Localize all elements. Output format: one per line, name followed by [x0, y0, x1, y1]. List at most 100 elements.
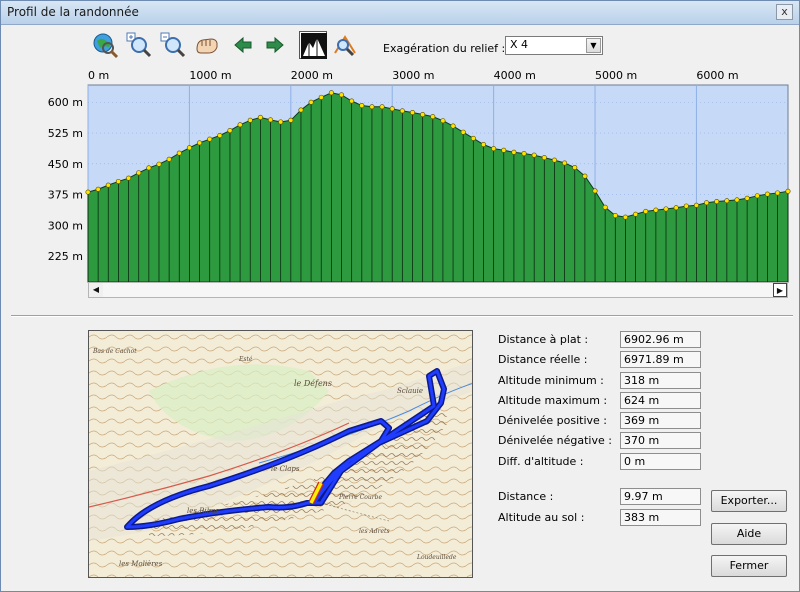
topographic-map-svg: le Défens le Claps les Ribas Sclauie les…	[89, 331, 472, 577]
elevation-point	[126, 175, 132, 181]
elevation-point	[339, 92, 345, 98]
elevation-point	[369, 104, 375, 110]
map-label-ribas: les Ribas	[187, 507, 219, 515]
x-tick-label: 3000 m	[392, 69, 434, 82]
map-label-sclauie: Sclauie	[397, 387, 423, 395]
elevation-point	[663, 206, 669, 212]
help-button[interactable]: Aide	[711, 523, 787, 545]
elevation-point	[744, 195, 750, 201]
chevron-down-icon[interactable]: ▼	[586, 38, 601, 53]
elevation-point	[115, 178, 121, 184]
elevation-point	[389, 106, 395, 112]
window-title: Profil de la randonnée	[7, 5, 139, 19]
elevation-point	[156, 161, 162, 167]
elevation-point	[257, 114, 263, 120]
x-tick-label: 4000 m	[494, 69, 536, 82]
elevation-profile-svg: 0 m 1000 m 2000 m 3000 m 4000 m 5000 m 6000 m 6…	[48, 69, 791, 283]
elevation-point	[785, 188, 791, 194]
stat-label-altitude-diff: Diff. d'altitude :	[498, 455, 584, 468]
x-tick-label: 0 m	[88, 69, 109, 82]
elevation-point	[562, 160, 568, 166]
relief-exaggeration-value: X 4	[510, 38, 529, 51]
elevation-point	[359, 103, 365, 109]
elevation-point	[602, 204, 608, 210]
stat-label-real-distance: Distance réelle :	[498, 353, 588, 366]
profile-window: Profil de la randonnée x Exagération du …	[0, 0, 800, 592]
y-tick-label: 600 m	[48, 96, 83, 109]
elevation-point	[653, 207, 659, 213]
stat-value-altitude-max: 624 m	[620, 392, 701, 409]
cursor-label-ground-altitude: Altitude au sol :	[498, 511, 585, 524]
chart-horizontal-scrollbar[interactable]: ◀ ▶	[88, 282, 788, 298]
stat-value-altitude-min: 318 m	[620, 372, 701, 389]
map-label-claps: le Claps	[271, 465, 300, 473]
globe-zoom-icon[interactable]	[91, 31, 119, 59]
stat-value-positive-elevation: 369 m	[620, 412, 701, 429]
export-button[interactable]: Exporter...	[711, 490, 787, 512]
stat-label-negative-elevation: Dénivelée négative :	[498, 434, 612, 447]
arrow-left-icon[interactable]	[229, 31, 257, 59]
elevation-point	[95, 186, 101, 192]
x-tick-label: 6000 m	[696, 69, 738, 82]
elevation-point	[683, 203, 689, 209]
map-label-defens: le Défens	[294, 379, 332, 388]
stat-value-negative-elevation: 370 m	[620, 432, 701, 449]
elevation-point	[531, 152, 537, 158]
elevation-point	[521, 151, 527, 157]
scroll-left-icon[interactable]: ◀	[89, 283, 103, 297]
stat-value-altitude-diff: 0 m	[620, 453, 701, 470]
elevation-point	[399, 108, 405, 114]
arrow-right-icon[interactable]	[261, 31, 289, 59]
relief-mountain-icon[interactable]	[299, 31, 327, 59]
y-tick-label: 225 m	[48, 250, 83, 263]
elevation-point	[704, 200, 710, 206]
elevation-point	[673, 205, 679, 211]
elevation-point	[754, 193, 760, 199]
elevation-point	[85, 189, 91, 195]
elevation-point	[643, 208, 649, 214]
elevation-point	[511, 149, 517, 155]
stat-label-altitude-max: Altitude maximum :	[498, 394, 608, 407]
stat-value-real-distance: 6971.89 m	[620, 351, 701, 368]
elevation-point	[176, 150, 182, 156]
profile-tool-icon[interactable]	[331, 31, 359, 59]
close-button[interactable]: Fermer	[711, 555, 787, 577]
elevation-point	[379, 104, 385, 110]
elevation-point	[227, 128, 233, 134]
elevation-point	[328, 90, 334, 96]
stat-label-flat-distance: Distance à plat :	[498, 333, 589, 346]
x-tick-label: 1000 m	[189, 69, 231, 82]
map-label-pierre-courbe: Pierre Courbe	[338, 494, 382, 501]
elevation-point	[501, 147, 507, 153]
zoom-out-icon[interactable]	[159, 31, 187, 59]
relief-exaggeration-select[interactable]: X 4 ▼	[505, 36, 603, 55]
title-bar: Profil de la randonnée x	[1, 1, 799, 25]
elevation-point	[460, 129, 466, 135]
scroll-right-icon[interactable]: ▶	[773, 283, 787, 297]
y-tick-label: 450 m	[48, 158, 83, 171]
elevation-point	[622, 214, 628, 220]
elevation-point	[268, 117, 274, 123]
elevation-point	[582, 173, 588, 179]
elevation-point	[288, 117, 294, 123]
elevation-point	[470, 135, 476, 141]
divider	[11, 315, 793, 317]
elevation-point	[186, 145, 192, 151]
map-label-este: Esté	[238, 356, 253, 363]
elevation-point	[734, 197, 740, 203]
elevation-point	[541, 155, 547, 161]
y-tick-label: 525 m	[48, 127, 83, 140]
elevation-point	[491, 146, 497, 152]
x-tick-label: 5000 m	[595, 69, 637, 82]
elevation-point	[197, 140, 203, 146]
elevation-point	[693, 202, 699, 208]
elevation-profile-chart: 0 m 1000 m 2000 m 3000 m 4000 m 5000 m 6000 m 6…	[1, 63, 800, 303]
relief-exaggeration-label: Exagération du relief :	[383, 42, 506, 55]
pan-hand-icon[interactable]	[193, 31, 221, 59]
x-tick-label: 2000 m	[291, 69, 333, 82]
elevation-point	[551, 157, 557, 163]
route-map[interactable]: le Défens le Claps les Ribas Sclauie les…	[88, 330, 473, 578]
close-window-button[interactable]: x	[776, 4, 793, 20]
zoom-in-icon[interactable]	[125, 31, 153, 59]
map-label-molieres: les Molières	[119, 560, 163, 568]
